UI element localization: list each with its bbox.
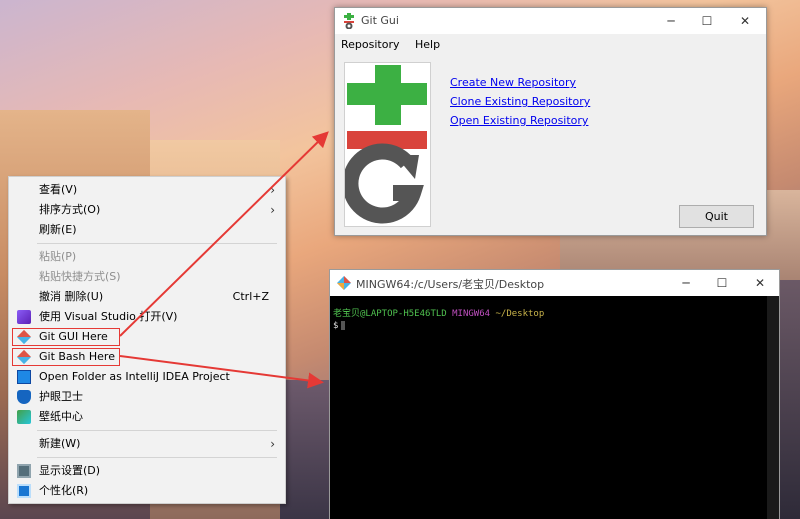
menu-item-label: 壁纸中心 bbox=[39, 410, 83, 423]
menu-item-display-settings[interactable]: 显示设置(D) bbox=[9, 461, 285, 481]
close-button[interactable]: ✕ bbox=[742, 270, 778, 296]
git-gui-title-bar[interactable]: Git Gui ─ ☐ ✕ bbox=[335, 8, 766, 34]
menu-item-undo-delete[interactable]: 撤消 删除(U) Ctrl+Z bbox=[9, 287, 285, 307]
menu-item-label: 粘贴(P) bbox=[39, 250, 77, 263]
git-gui-window: Git Gui ─ ☐ ✕ Repository Help Create New… bbox=[334, 7, 767, 236]
terminal-output[interactable]: 老宝贝@LAPTOP-H5E46TLD MINGW64 ~/Desktop $ bbox=[330, 296, 779, 519]
menu-item-view[interactable]: 查看(V) › bbox=[9, 180, 285, 200]
menu-item-label: 使用 Visual Studio 打开(V) bbox=[39, 310, 178, 323]
menu-item-label: 撤消 删除(U) bbox=[39, 290, 104, 303]
prompt-user: 老宝贝@LAPTOP-H5E46TLD bbox=[333, 309, 447, 319]
highlight-box-git-bash bbox=[12, 348, 120, 366]
menu-item-eye-guard[interactable]: 护眼卫士 bbox=[9, 387, 285, 407]
menu-item-wallpaper-center[interactable]: 壁纸中心 bbox=[9, 407, 285, 427]
menu-item-label: 显示设置(D) bbox=[39, 464, 101, 477]
minimize-button[interactable]: ─ bbox=[653, 8, 689, 34]
maximize-button[interactable]: ☐ bbox=[689, 8, 725, 34]
menu-item-label: 查看(V) bbox=[39, 183, 78, 196]
menu-item-label: 排序方式(O) bbox=[39, 203, 101, 216]
prompt-symbol: $ bbox=[333, 321, 339, 331]
minimize-button[interactable]: ─ bbox=[668, 270, 704, 296]
menu-separator bbox=[37, 243, 277, 244]
menu-item-open-intellij[interactable]: Open Folder as IntelliJ IDEA Project bbox=[9, 367, 285, 387]
close-button[interactable]: ✕ bbox=[727, 8, 763, 34]
menu-repository[interactable]: Repository bbox=[341, 38, 400, 51]
menu-item-label: 新建(W) bbox=[39, 437, 81, 450]
menu-item-label: 护眼卫士 bbox=[39, 390, 83, 403]
mingw-title-bar[interactable]: MINGW64:/c/Users/老宝贝/Desktop ─ ☐ ✕ bbox=[330, 270, 779, 296]
prompt-env: MINGW64 bbox=[452, 309, 491, 319]
menu-help[interactable]: Help bbox=[415, 38, 440, 51]
terminal-scrollbar[interactable] bbox=[767, 296, 779, 519]
menu-separator bbox=[37, 430, 277, 431]
menu-item-label: Open Folder as IntelliJ IDEA Project bbox=[39, 370, 230, 383]
open-existing-repository-link[interactable]: Open Existing Repository bbox=[450, 114, 588, 127]
menu-item-new[interactable]: 新建(W) › bbox=[9, 434, 285, 454]
git-gui-body: Create New Repository Clone Existing Rep… bbox=[335, 56, 766, 235]
git-logo bbox=[342, 62, 431, 227]
mingw-terminal-window: MINGW64:/c/Users/老宝贝/Desktop ─ ☐ ✕ 老宝贝@L… bbox=[329, 269, 780, 519]
git-gui-menubar: Repository Help bbox=[335, 34, 766, 56]
shield-icon bbox=[17, 390, 31, 404]
quit-button[interactable]: Quit bbox=[679, 205, 754, 228]
prompt-line: 老宝贝@LAPTOP-H5E46TLD MINGW64 ~/Desktop bbox=[333, 308, 779, 320]
menu-item-open-visual-studio[interactable]: 使用 Visual Studio 打开(V) bbox=[9, 307, 285, 327]
highlight-box-git-gui bbox=[12, 328, 120, 346]
create-new-repository-link[interactable]: Create New Repository bbox=[450, 76, 576, 89]
chevron-right-icon: › bbox=[270, 437, 275, 451]
clone-existing-repository-link[interactable]: Clone Existing Repository bbox=[450, 95, 590, 108]
git-gui-app-icon bbox=[344, 13, 354, 29]
git-logo-icon bbox=[342, 65, 427, 224]
menu-item-label: 粘贴快捷方式(S) bbox=[39, 270, 121, 283]
menu-item-refresh[interactable]: 刷新(E) bbox=[9, 220, 285, 240]
wallpaper-icon bbox=[17, 410, 31, 424]
window-title: Git Gui bbox=[361, 14, 399, 27]
menu-separator bbox=[37, 457, 277, 458]
chevron-right-icon: › bbox=[270, 183, 275, 197]
window-title: MINGW64:/c/Users/老宝贝/Desktop bbox=[356, 278, 545, 291]
menu-item-sort[interactable]: 排序方式(O) › bbox=[9, 200, 285, 220]
intellij-icon bbox=[17, 370, 31, 384]
menu-item-shortcut: Ctrl+Z bbox=[232, 290, 269, 303]
personalize-icon bbox=[17, 484, 31, 498]
menu-item-label: 刷新(E) bbox=[39, 223, 77, 236]
chevron-right-icon: › bbox=[270, 203, 275, 217]
menu-item-paste[interactable]: 粘贴(P) bbox=[9, 247, 285, 267]
git-bash-icon bbox=[337, 276, 351, 290]
input-line: $ bbox=[333, 320, 779, 332]
menu-item-personalize[interactable]: 个性化(R) bbox=[9, 481, 285, 501]
terminal-cursor bbox=[341, 321, 346, 330]
menu-item-label: 个性化(R) bbox=[39, 484, 89, 497]
menu-item-paste-shortcut[interactable]: 粘贴快捷方式(S) bbox=[9, 267, 285, 287]
maximize-button[interactable]: ☐ bbox=[704, 270, 740, 296]
display-icon bbox=[17, 464, 31, 478]
visual-studio-icon bbox=[17, 310, 31, 324]
prompt-path: ~/Desktop bbox=[495, 309, 545, 319]
